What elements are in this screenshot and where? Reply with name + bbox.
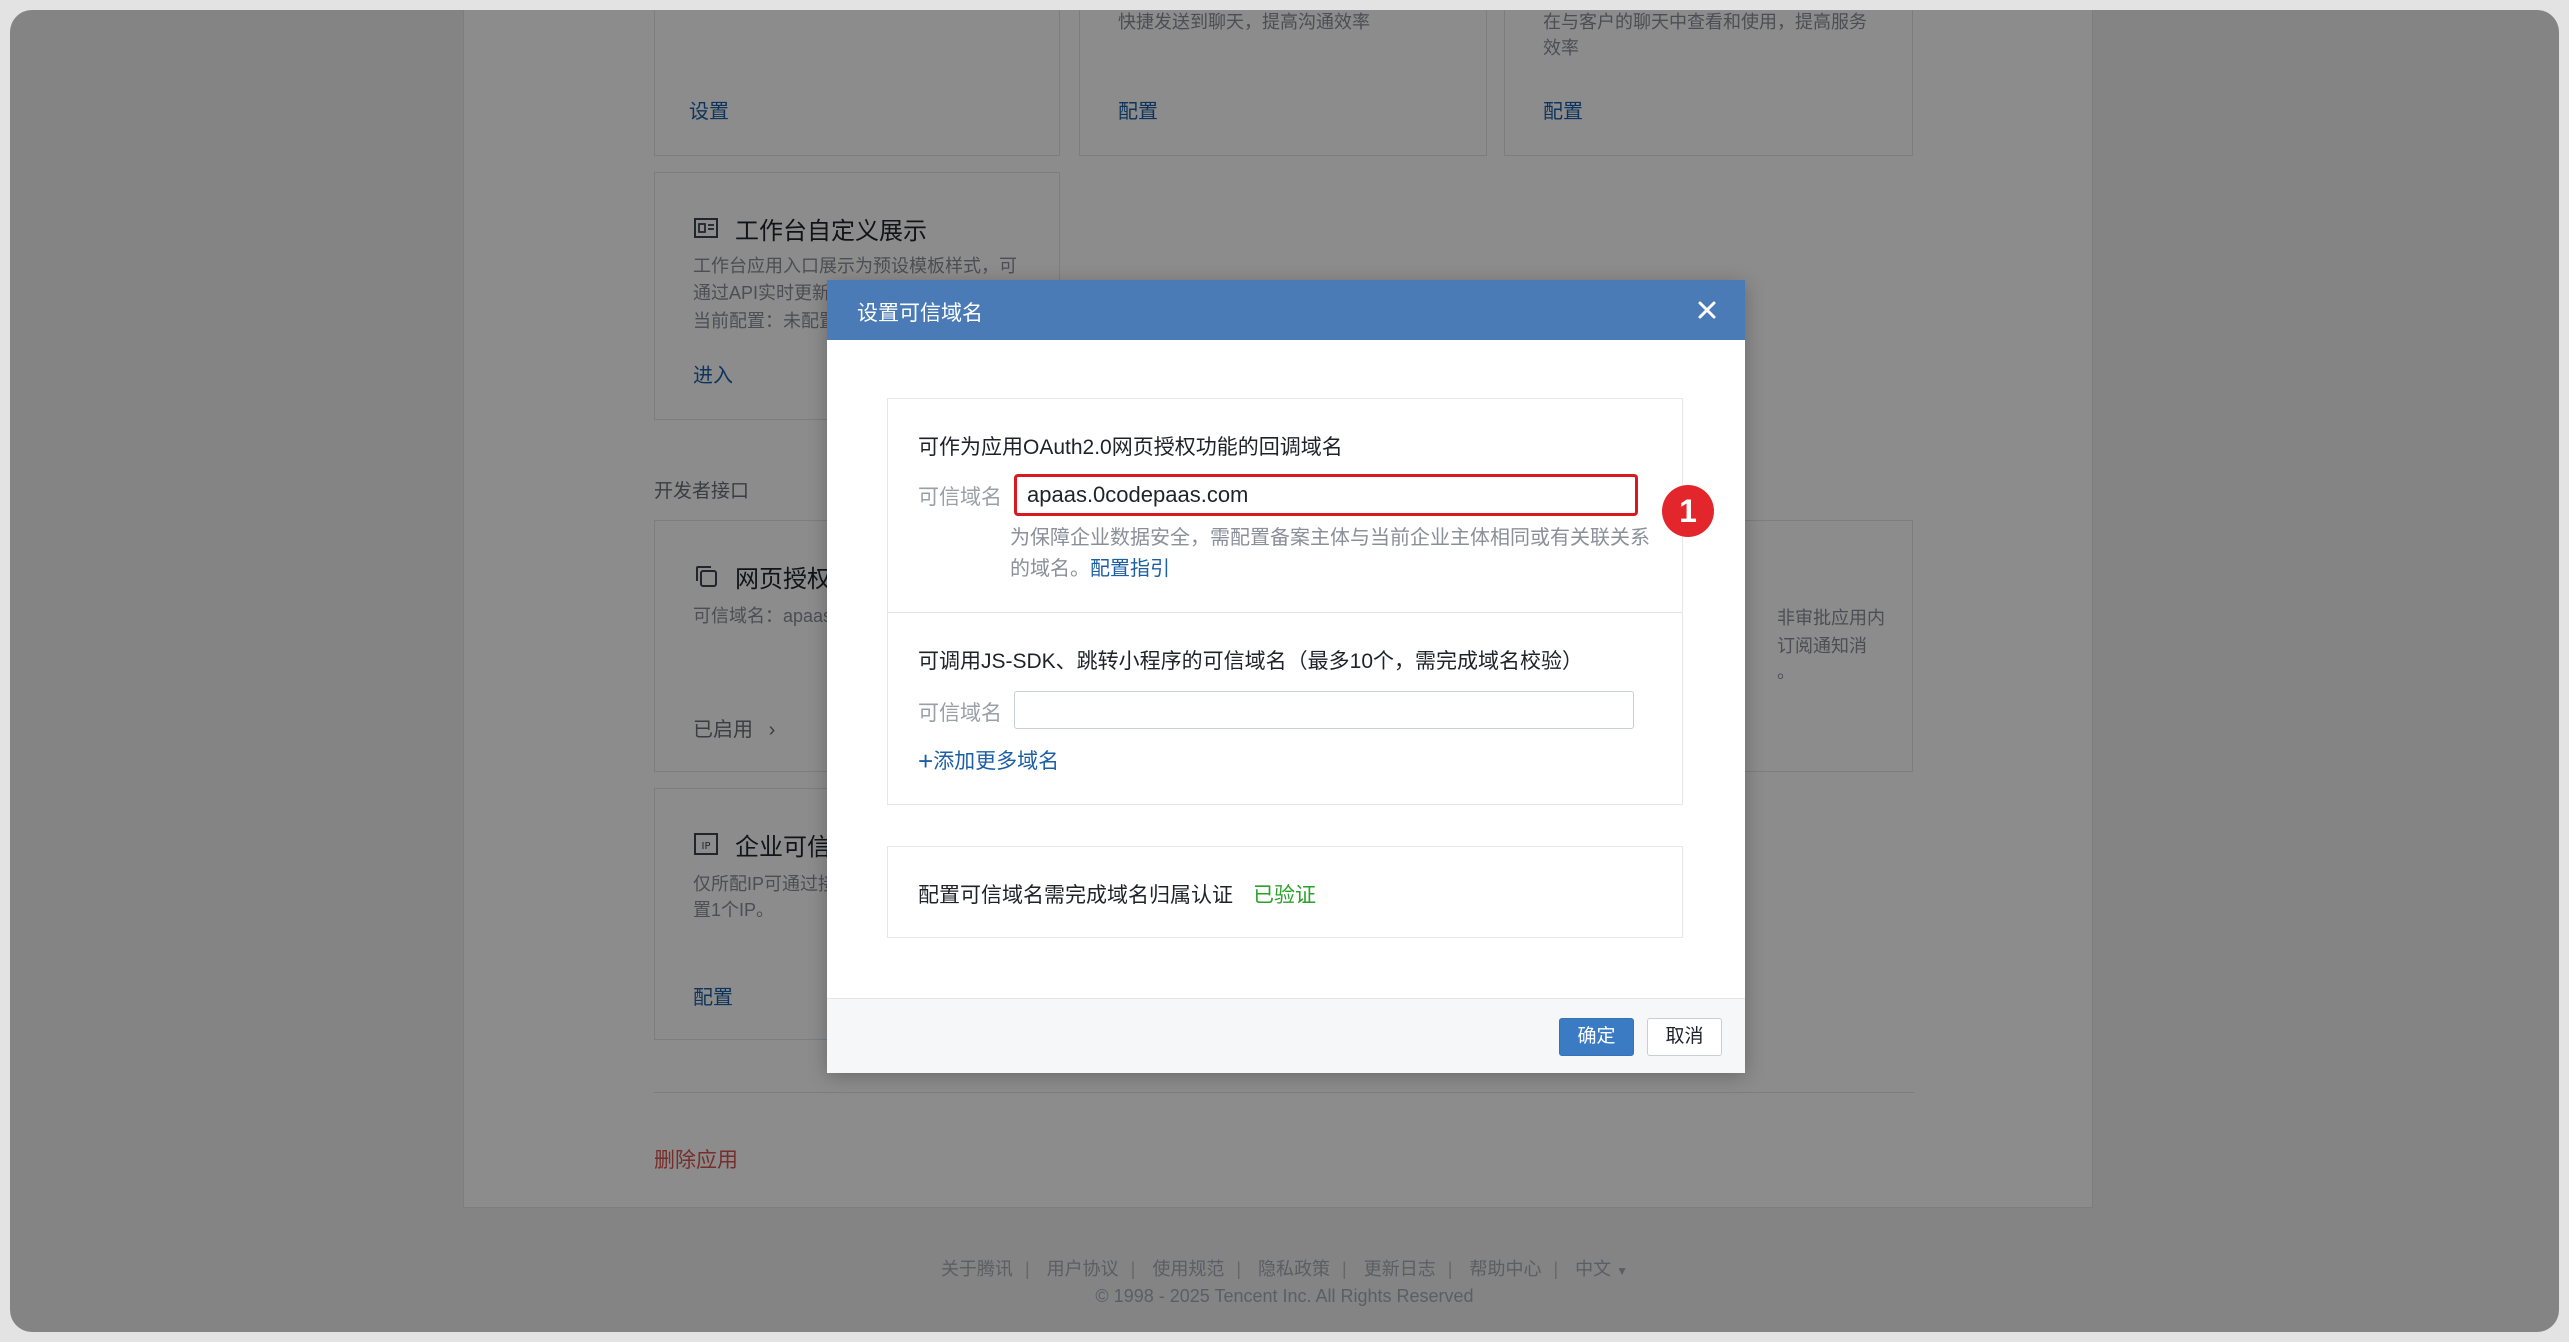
- oauth-domain-label: 可信域名: [918, 486, 1002, 509]
- verify-text-wrap: 配置可信域名需完成域名归属认证 已验证: [918, 879, 1316, 909]
- add-more-label: 添加更多域名: [933, 750, 1060, 773]
- verify-text: 配置可信域名需完成域名归属认证: [918, 884, 1233, 907]
- config-guide-link[interactable]: 配置指引: [1090, 558, 1170, 580]
- add-more-domains-link[interactable]: +添加更多域名: [918, 745, 1059, 777]
- annotation-badge: 1: [1662, 485, 1714, 537]
- cancel-button[interactable]: 取消: [1647, 1018, 1722, 1056]
- jssdk-domain-label: 可信域名: [918, 702, 1002, 725]
- dialog-header: 设置可信域名: [827, 280, 1745, 340]
- oauth-section-title: 可作为应用OAuth2.0网页授权功能的回调域名: [918, 436, 1343, 459]
- domain-settings-box: 可作为应用OAuth2.0网页授权功能的回调域名 可信域名 为保障企业数据安全，…: [887, 398, 1683, 805]
- oauth-hint-line2: 的域名。: [1010, 558, 1090, 580]
- oauth-domain-input[interactable]: [1014, 474, 1638, 516]
- verified-status: 已验证: [1253, 884, 1316, 907]
- dialog-title: 设置可信域名: [857, 302, 983, 325]
- plus-icon: +: [918, 746, 934, 776]
- oauth-hint-line2-wrap: 的域名。配置指引: [1010, 554, 1650, 585]
- jssdk-domain-input[interactable]: [1014, 691, 1634, 729]
- trusted-domain-dialog: 设置可信域名 可作为应用OAuth2.0网页授权功能的回调域名 可信域名 为保障…: [827, 280, 1745, 1073]
- browser-frame: 设置 快捷发送到聊天，提高沟通效率 配置 在与客户的聊天中查看和使用，提高服务 …: [10, 10, 2559, 1332]
- oauth-hint-line1: 为保障企业数据安全，需配置备案主体与当前企业主体相同或有关联关系: [1010, 527, 1650, 549]
- verify-box: 配置可信域名需完成域名归属认证 已验证: [887, 846, 1683, 938]
- confirm-button[interactable]: 确定: [1559, 1018, 1634, 1056]
- oauth-domain-hint: 为保障企业数据安全，需配置备案主体与当前企业主体相同或有关联关系 的域名。配置指…: [1010, 523, 1650, 585]
- jssdk-section-title: 可调用JS-SDK、跳转小程序的可信域名（最多10个，需完成域名校验）: [918, 650, 1584, 673]
- close-icon[interactable]: [1691, 294, 1723, 326]
- dialog-footer: 确定 取消: [827, 998, 1745, 1073]
- box-divider: [888, 612, 1682, 613]
